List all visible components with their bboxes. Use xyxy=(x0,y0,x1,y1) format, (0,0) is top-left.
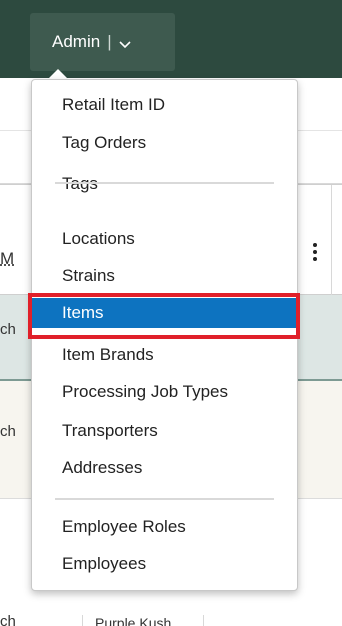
menu-item-strains[interactable]: Strains xyxy=(32,261,297,291)
chevron-down-icon xyxy=(119,41,131,49)
menu-item-locations[interactable]: Locations xyxy=(32,224,297,254)
table-cell: ch xyxy=(0,613,16,626)
top-nav-bar: Admin | xyxy=(0,0,342,78)
strain-cell: Purple Kush xyxy=(82,615,204,626)
kebab-menu-icon[interactable] xyxy=(311,243,319,265)
menu-item-tags[interactable]: Tags xyxy=(32,169,297,199)
column-divider xyxy=(331,185,332,295)
menu-item-transporters[interactable]: Transporters xyxy=(32,416,297,446)
table-cell: ch xyxy=(0,321,16,338)
highlight-annotation xyxy=(28,293,300,339)
menu-caret xyxy=(48,69,68,79)
column-header[interactable]: M xyxy=(0,249,14,269)
menu-divider xyxy=(55,182,274,184)
menu-item-employees[interactable]: Employees xyxy=(32,549,297,579)
menu-item-employee-roles[interactable]: Employee Roles xyxy=(32,512,297,542)
menu-item-addresses[interactable]: Addresses xyxy=(32,453,297,483)
admin-label: Admin xyxy=(52,32,101,51)
menu-divider xyxy=(55,498,274,500)
menu-item-retail-item-id[interactable]: Retail Item ID xyxy=(32,90,297,120)
menu-item-processing-job-types[interactable]: Processing Job Types xyxy=(32,377,297,407)
page: Admin | M ch ch ch Purple Kush Retail It… xyxy=(0,0,342,626)
menu-item-item-brands[interactable]: Item Brands xyxy=(32,340,297,370)
admin-separator: | xyxy=(107,32,112,51)
menu-item-tag-orders[interactable]: Tag Orders xyxy=(32,128,297,158)
admin-menu-button[interactable]: Admin | xyxy=(30,13,175,71)
table-cell: ch xyxy=(0,423,16,440)
